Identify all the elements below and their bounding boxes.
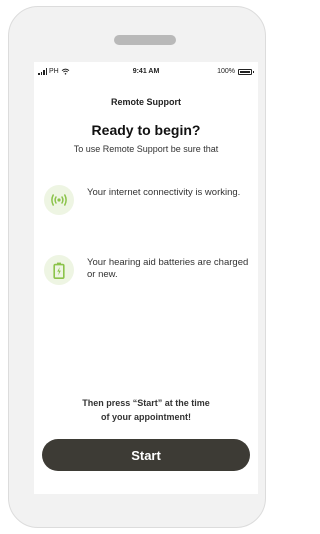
battery-percent: 100% [217, 68, 235, 75]
instructions-subheading: To use Remote Support be sure that [73, 144, 219, 154]
checklist-item-batteries: Your hearing aid batteries are charged o… [44, 255, 252, 285]
appointment-note-line1: Then press “Start” at the time [82, 398, 210, 408]
checklist-item-text: Your hearing aid batteries are charged o… [87, 257, 249, 280]
ready-heading: Ready to begin? [91, 122, 201, 138]
battery-charging-icon [44, 255, 74, 285]
status-right: 100% [217, 68, 254, 75]
status-bar: PH 9:41 AM 100% [34, 62, 258, 82]
phone-frame: PH 9:41 AM 100% Remote Support Ready to … [8, 6, 266, 528]
wireless-signal-icon [44, 185, 74, 215]
checklist-item-text: Your internet connectivity is working. [87, 187, 241, 198]
speaker-grille [114, 35, 176, 45]
battery-icon [238, 68, 254, 75]
checklist-item-internet: Your internet connectivity is working. [44, 185, 252, 215]
app-screen: PH 9:41 AM 100% Remote Support Ready to … [34, 62, 258, 494]
page-title: Remote Support [110, 97, 181, 107]
appointment-note-line2: of your appointment! [101, 412, 191, 422]
start-button[interactable]: Start [42, 439, 250, 471]
appointment-note: Then press “Start” at the time of your a… [34, 396, 258, 424]
